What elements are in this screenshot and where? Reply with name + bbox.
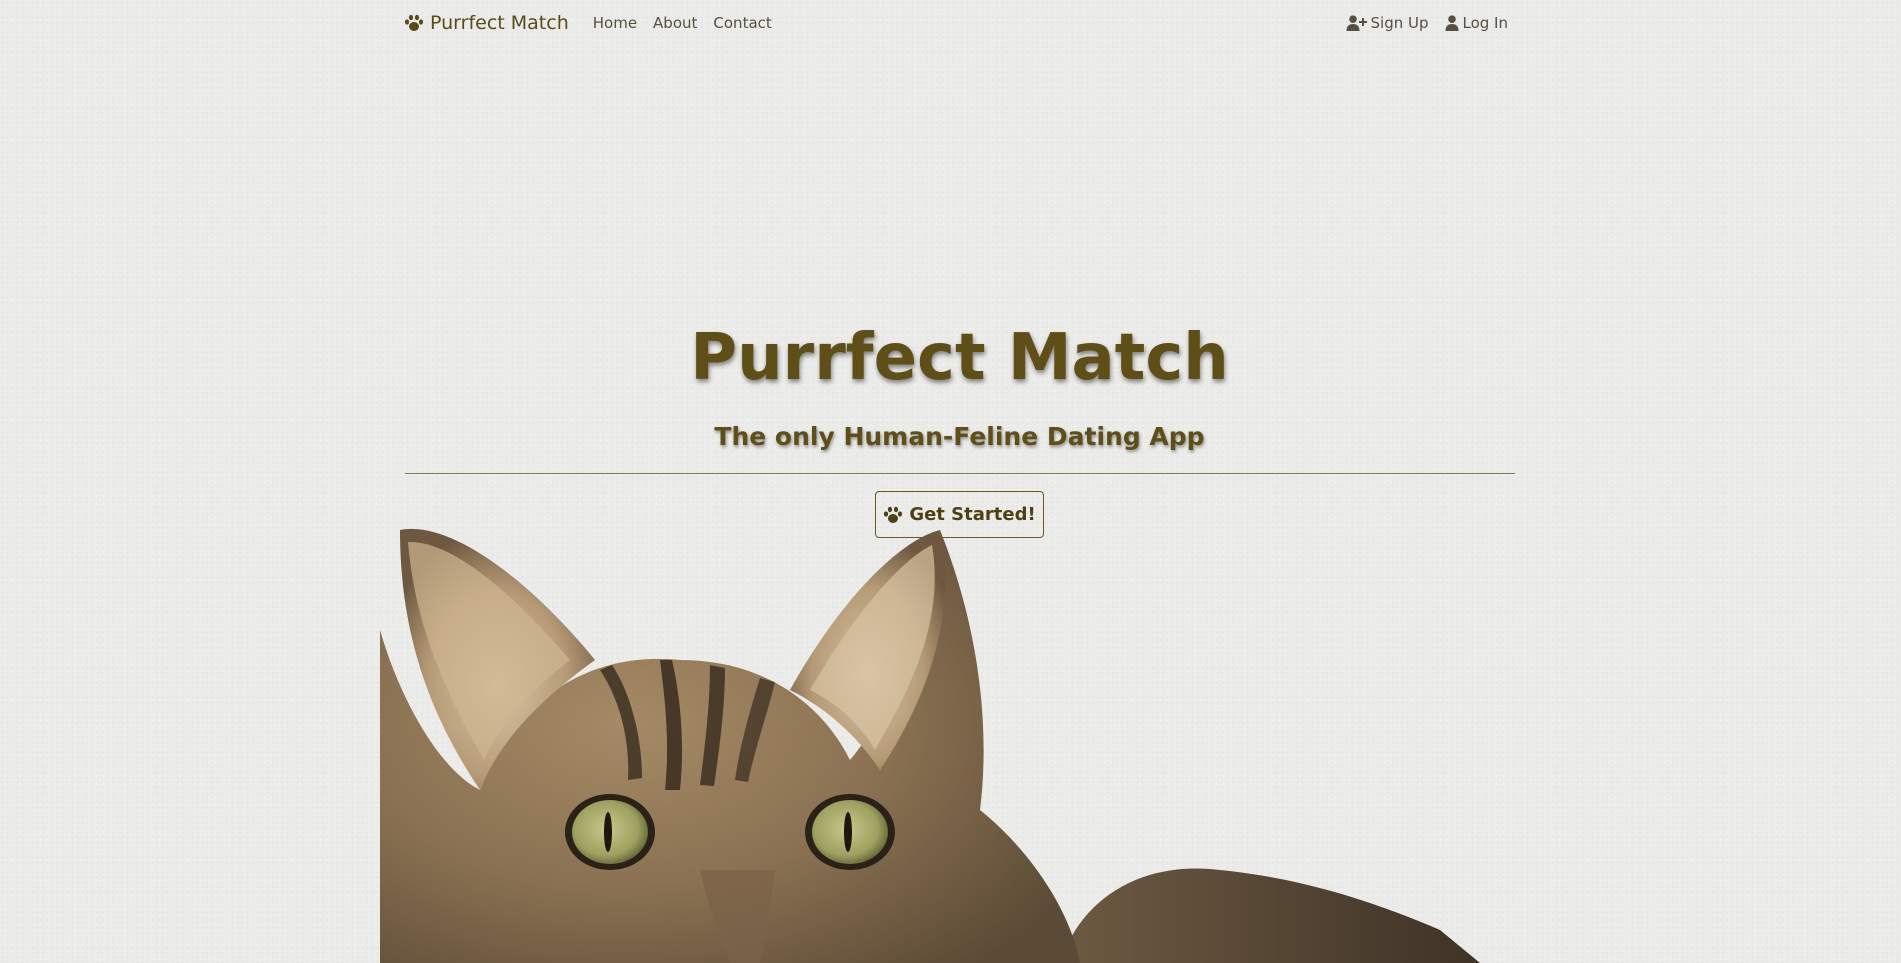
- get-started-label: Get Started!: [909, 504, 1036, 525]
- hero-divider: [405, 473, 1515, 474]
- navbar: Purrfect Match Home About Contact Sign U…: [404, 0, 1508, 46]
- signup-label: Sign Up: [1370, 14, 1429, 32]
- user-icon: [1445, 15, 1458, 31]
- user-plus-icon: [1346, 15, 1367, 31]
- get-started-button[interactable]: Get Started!: [875, 491, 1044, 538]
- nav-link-home[interactable]: Home: [593, 14, 637, 32]
- paw-icon: [884, 506, 903, 523]
- nav-left: Purrfect Match Home About Contact: [404, 12, 788, 34]
- login-label: Log In: [1462, 14, 1509, 32]
- login-link[interactable]: Log In: [1445, 14, 1509, 32]
- cat-photo: [380, 528, 1480, 963]
- nav-link-contact[interactable]: Contact: [713, 14, 771, 32]
- brand-link[interactable]: Purrfect Match: [404, 12, 569, 34]
- nav-right: Sign Up Log In: [1330, 14, 1509, 32]
- hero-title: Purrfect Match: [690, 321, 1229, 395]
- nav-link-about[interactable]: About: [653, 14, 697, 32]
- hero-subtitle: The only Human-Feline Dating App: [714, 422, 1205, 451]
- brand-label: Purrfect Match: [430, 12, 569, 34]
- paw-icon: [404, 14, 424, 31]
- signup-link[interactable]: Sign Up: [1346, 14, 1429, 32]
